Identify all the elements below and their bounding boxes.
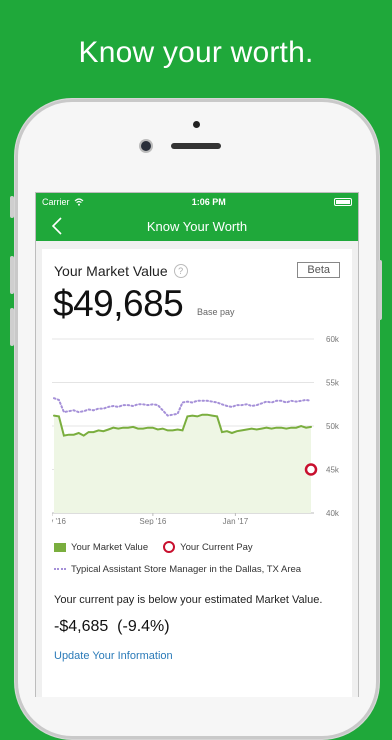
nav-title: Know Your Worth [146,218,248,234]
headline: Know your worth. [78,36,314,69]
x-tick-label: Sep '16 [139,517,166,525]
phone-side-button [10,308,14,346]
app-screen: Carrier 1:06 PM Know Your Worth Your Mar… [35,192,359,697]
phone-side-button [10,256,14,294]
update-information-link[interactable]: Update Your Information [54,650,173,662]
clock: 1:06 PM [191,197,226,207]
back-button[interactable] [50,217,64,235]
chevron-left-icon [52,217,62,235]
phone-side-button [378,260,382,320]
y-tick-label: 40k [326,509,340,518]
phone-side-button [10,196,14,218]
carrier-label: Carrier [42,197,70,207]
pay-comparison-message: Your current pay is below your estimated… [54,594,323,606]
proximity-sensor [193,121,200,128]
typical-dotted-swatch [54,568,66,570]
x-tick-label: Jan '17 [223,517,249,525]
legend-current-pay: Your Current Pay [180,541,253,553]
earpiece-speaker [171,143,221,149]
status-bar: Carrier 1:06 PM [36,193,358,211]
card-title: Your Market Value [54,263,168,279]
pay-difference: -$4,685 (-9.4%) [54,618,170,635]
nav-bar: Know Your Worth [36,211,358,241]
market-value-swatch [54,542,66,552]
market-value-amount: $49,685 [53,283,184,324]
help-icon[interactable]: ? [173,264,188,278]
chart-legend: Your Market Value Your Current Pay Typic… [54,540,301,576]
front-camera-icon [141,141,151,151]
beta-badge[interactable]: Beta [297,262,340,278]
legend-typical: Typical Assistant Store Manager in the D… [71,563,302,575]
legend-market-value: Your Market Value [71,541,149,553]
wifi-icon [74,198,83,206]
y-tick-label: 55k [326,379,340,388]
market-value-chart: 60k 55k 50k 45k 40k May '16 Sep '16 Jan '17 [52,335,340,525]
current-pay-marker-icon [163,541,176,553]
typical-pay-line [53,397,312,417]
y-tick-label: 60k [326,335,340,344]
y-tick-label: 45k [326,466,340,475]
x-tick-label: May '16 [52,517,66,525]
y-tick-label: 50k [326,422,340,431]
battery-icon [334,198,352,206]
market-value-card: Your Market Value ? Beta $49,685 Base pa… [42,249,352,697]
current-pay-marker [304,463,318,476]
base-pay-caption: Base pay [197,307,235,317]
